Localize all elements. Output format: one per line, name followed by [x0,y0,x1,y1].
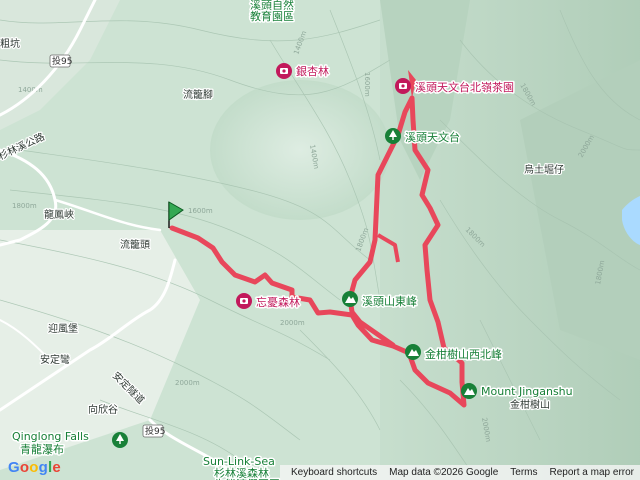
svg-text:溪頭天文台北嶺茶園: 溪頭天文台北嶺茶園 [415,80,514,94]
place-longfengxia: 龍鳳峽 [44,208,74,221]
poi-ginkgo[interactable]: 銀杏林 [276,63,331,80]
svg-text:投95: 投95 [145,425,165,437]
svg-text:Mount Jinganshu: Mount Jinganshu [481,385,573,398]
terms-link[interactable]: Terms [510,467,537,478]
poi-observatory[interactable]: 溪頭天文台 [385,128,462,146]
svg-text:溪頭山東峰: 溪頭山東峰 [362,295,417,308]
svg-text:2000m: 2000m [175,379,200,387]
road-shield-2: 投95 [142,424,165,438]
place-wutuciai: 烏土堀仔 [524,163,564,176]
place-jinganshu-zh: 金柑樹山 [510,398,550,411]
svg-text:1600m: 1600m [363,72,371,97]
svg-text:溪頭天文台: 溪頭天文台 [405,130,460,144]
svg-text:投95: 投95 [52,55,72,67]
report-error-link[interactable]: Report a map error [550,467,634,478]
poi-wangyou[interactable]: 忘憂森林 [236,293,302,311]
svg-text:Qinglong Falls: Qinglong Falls [12,430,89,443]
terrain-bowl [210,80,390,220]
place-liulongjiao: 流籠腳 [183,88,213,101]
svg-text:2000m: 2000m [280,319,305,327]
place-liulongtou: 流籠頭 [120,238,150,251]
svg-text:金柑樹山西北峰: 金柑樹山西北峰 [425,347,502,361]
map-data-attribution: Map data ©2026 Google [389,467,499,478]
place-zhukeng: 粗坑 [0,37,20,50]
place-xiangxingu: 向欣谷 [88,403,118,416]
map-footer: Keyboard shortcuts Map data ©2026 Google… [0,465,640,480]
svg-text:忘憂森林: 忘憂森林 [256,295,300,309]
road-shield-1: 投95 [49,54,72,68]
terrain-map[interactable]: 1400m 1600m 1800m 2000m 1600m 1800m 1400… [0,0,640,480]
svg-text:銀杏林: 銀杏林 [296,64,329,78]
svg-text:青龍瀑布: 青龍瀑布 [20,442,64,456]
place-yingfengbao: 迎風堡 [48,322,78,335]
svg-text:溪頭自然教育園區: 溪頭自然教育園區 [250,0,294,23]
place-andingwan: 安定彎 [40,353,70,366]
svg-text:1600m: 1600m [188,207,213,215]
poi-xitou-edu[interactable]: 溪頭自然教育園區 [249,0,296,25]
keyboard-shortcuts-link[interactable]: Keyboard shortcuts [291,467,377,478]
svg-text:1800m: 1800m [12,202,37,210]
